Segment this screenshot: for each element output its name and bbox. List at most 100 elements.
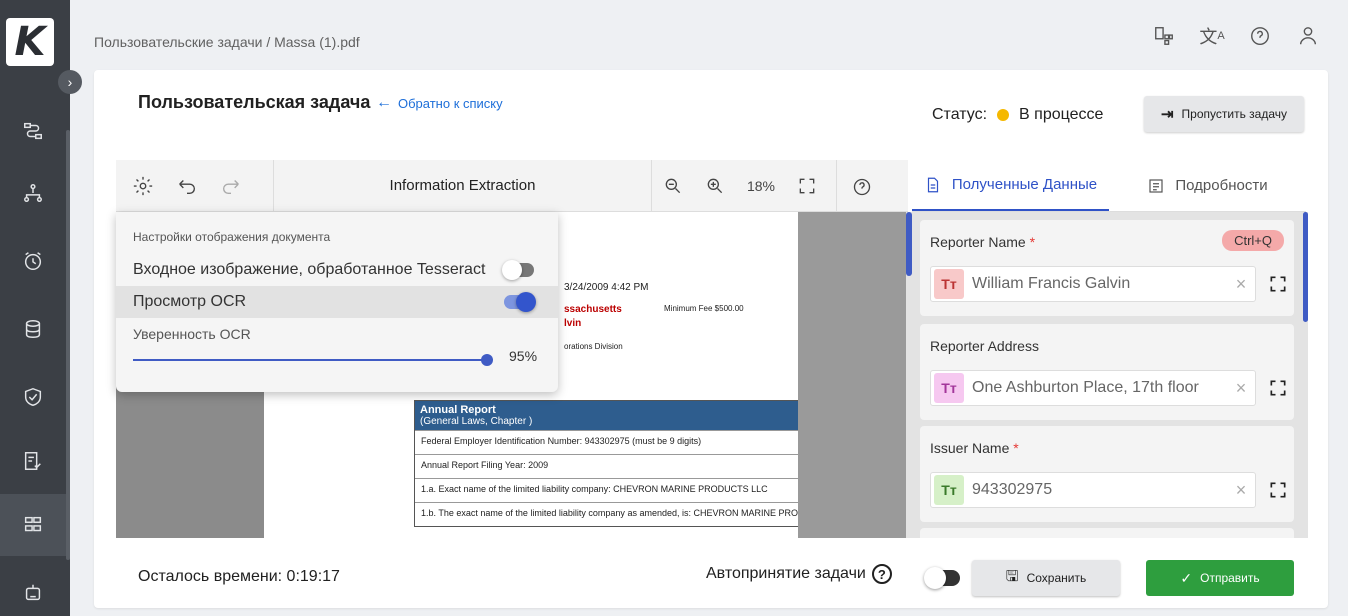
list-check-icon <box>24 452 41 470</box>
submit-label: Отправить <box>1200 571 1260 585</box>
user-icon[interactable] <box>1296 24 1320 48</box>
layout-icon[interactable] <box>1152 24 1176 48</box>
auto-accept-toggle[interactable] <box>924 567 960 589</box>
viewer-help-button[interactable] <box>836 159 886 212</box>
skip-icon: ⇥ <box>1160 106 1174 123</box>
bot-icon <box>25 584 41 601</box>
redo-icon[interactable] <box>220 175 242 197</box>
doc-name: lvin <box>564 318 582 329</box>
text-type-icon: Tт <box>934 269 964 299</box>
flow-icon <box>24 122 42 140</box>
zoom-in-button[interactable] <box>694 176 736 196</box>
translate-icon[interactable]: 文A <box>1199 24 1224 48</box>
panel-right-scrollbar[interactable] <box>1303 212 1308 322</box>
sidebar-item-list[interactable] <box>0 430 66 492</box>
arrow-left-icon: ← <box>376 94 392 111</box>
zoom-out-button[interactable] <box>652 176 694 196</box>
shortcut-badge: Ctrl+Q <box>1222 230 1284 251</box>
expand-icon[interactable] <box>1268 480 1288 500</box>
clear-icon[interactable]: × <box>1227 274 1255 295</box>
task-card: Пользовательская задача ← Обратно к спис… <box>94 70 1328 608</box>
status-dot <box>997 109 1010 121</box>
doc-section-title: Annual Report <box>420 404 496 416</box>
sidebar-item-flow[interactable] <box>0 100 66 162</box>
database-icon <box>25 320 41 338</box>
submit-button[interactable]: ✓ Отправить <box>1146 560 1294 596</box>
field-label: Reporter Name * <box>930 234 1035 250</box>
clear-icon[interactable]: × <box>1227 480 1255 501</box>
fit-screen-button[interactable] <box>786 176 828 196</box>
doc-fee: Minimum Fee $500.00 <box>664 304 744 313</box>
text-type-icon: Tт <box>934 373 964 403</box>
sidebar-item-database[interactable] <box>0 298 66 360</box>
breadcrumb[interactable]: Пользовательские задачи / Massa (1).pdf <box>94 34 360 50</box>
top-toolbar: 文A <box>1152 24 1320 48</box>
toggle-knob <box>502 260 522 280</box>
field-input[interactable]: Tт 943302975 × <box>930 472 1256 508</box>
field-input[interactable]: Tт William Francis Galvin × <box>930 266 1256 302</box>
toggle-knob <box>924 567 946 589</box>
ocr-confidence-label: Уверенность OCR <box>133 326 251 342</box>
field-card: Reporter Name * Ctrl+Q Tт William Franci… <box>920 220 1294 316</box>
sidebar-expand-button[interactable]: › <box>58 70 82 94</box>
check-icon: ✓ <box>1180 569 1193 586</box>
tab-details[interactable]: Подробности <box>1109 160 1306 211</box>
viewer-title: Information Extraction <box>274 159 652 212</box>
help-icon[interactable]: ? <box>871 564 892 584</box>
slider-thumb[interactable] <box>481 354 493 366</box>
expand-icon[interactable] <box>1268 378 1288 398</box>
popup-heading: Настройки отображения документа <box>133 230 331 244</box>
panel-left-scrollbar[interactable] <box>906 212 912 276</box>
option-tesseract[interactable]: Входное изображение, обработанное Tesser… <box>116 254 558 286</box>
field-value[interactable]: 943302975 <box>972 481 1227 499</box>
doc-date: 3/24/2009 4:42 PM <box>564 282 649 293</box>
extracted-fields-panel: Reporter Name * Ctrl+Q Tт William Franci… <box>906 212 1308 538</box>
field-label-text: Reporter Name <box>930 234 1026 250</box>
sidebar-item-alarm[interactable] <box>0 230 66 292</box>
doc-division: orations Division <box>564 342 623 351</box>
ocr-confidence-slider[interactable] <box>133 354 493 366</box>
settings-gear-icon[interactable] <box>132 175 154 197</box>
ocr-view-toggle[interactable] <box>504 292 536 312</box>
sidebar-item-hierarchy[interactable] <box>0 162 66 224</box>
expand-icon[interactable] <box>1268 274 1288 294</box>
details-icon <box>1149 178 1163 193</box>
status-label: Статус: <box>932 106 988 123</box>
field-value[interactable]: William Francis Galvin <box>972 275 1227 293</box>
help-icon[interactable] <box>1248 24 1272 48</box>
text-type-icon: Tт <box>934 475 964 505</box>
save-button[interactable]: 🖫 Сохранить <box>972 560 1120 596</box>
save-label: Сохранить <box>1026 571 1087 585</box>
shield-check-icon <box>24 387 42 407</box>
sidebar-item-tasks[interactable] <box>0 494 66 556</box>
tesseract-toggle[interactable] <box>502 260 534 280</box>
sidebar-item-bot[interactable] <box>0 562 66 616</box>
field-label: Issuer Name * <box>930 440 1019 456</box>
field-label-text: Issuer Name <box>930 440 1010 456</box>
hierarchy-icon <box>24 184 42 202</box>
option-ocr-view[interactable]: Просмотр OCR <box>116 286 558 318</box>
sidebar-item-validation[interactable] <box>0 366 66 428</box>
back-to-list-link[interactable]: ← Обратно к списку <box>376 94 503 112</box>
clear-icon[interactable]: × <box>1227 378 1255 399</box>
field-value[interactable]: One Ashburton Place, 17th floor <box>972 379 1227 397</box>
display-settings-popup: Настройки отображения документа Входное … <box>116 212 558 392</box>
tab-extracted-data[interactable]: Полученные Данные <box>912 160 1109 211</box>
field-card: Issuer Name * Tт 943302975 × <box>920 426 1294 522</box>
option-ocr-label: Просмотр OCR <box>133 293 247 310</box>
app-logo[interactable]: K <box>6 18 54 66</box>
sidebar-scrollbar[interactable] <box>66 130 70 560</box>
viewer-toolbar: Information Extraction 18% <box>116 159 908 212</box>
skip-task-button[interactable]: ⇥ Пропустить задачу <box>1144 96 1304 132</box>
fit-screen-icon <box>799 178 815 193</box>
floppy-disk-icon: 🖫 <box>1005 567 1019 585</box>
ocr-confidence-value: 95% <box>509 348 538 364</box>
field-label-text: Reporter Address <box>930 338 1039 354</box>
tab-extracted-label: Полученные Данные <box>951 176 1098 193</box>
alarm-icon <box>24 252 42 270</box>
viewer-toolbar-actions <box>116 159 274 212</box>
field-input[interactable]: Tт One Ashburton Place, 17th floor × <box>930 370 1256 406</box>
skip-task-label: Пропустить задачу <box>1181 107 1288 121</box>
undo-icon[interactable] <box>176 175 198 197</box>
field-card <box>920 528 1294 538</box>
